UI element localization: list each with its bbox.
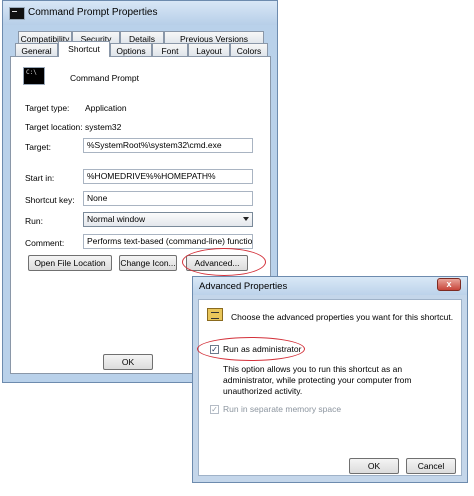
dialog-body: Choose the advanced properties you want … [197, 299, 462, 476]
tab-options[interactable]: Options [110, 43, 152, 57]
run-select-value: Normal window [87, 214, 146, 224]
start-in-label: Start in: [25, 173, 55, 183]
dialog-ok-button[interactable]: OK [349, 458, 399, 474]
cmd-icon [23, 67, 45, 85]
comment-input[interactable]: Performs text-based (command-line) funct… [83, 234, 253, 249]
separate-memory-checkbox: ✓ [210, 405, 219, 414]
dialog-description: Choose the advanced properties you want … [231, 312, 454, 322]
shortcut-key-input[interactable]: None [83, 191, 253, 206]
tab-colors[interactable]: Colors [230, 43, 268, 57]
advanced-properties-dialog: Advanced Properties x Choose the advance… [192, 276, 468, 483]
cmd-icon [9, 7, 25, 20]
app-name: Command Prompt [70, 73, 139, 83]
target-location-label: Target location: [25, 122, 83, 132]
target-type-label: Target type: [25, 103, 70, 113]
run-as-admin-checkbox[interactable]: ✓ [210, 345, 219, 354]
target-location-value: system32 [85, 122, 122, 132]
run-as-admin-label[interactable]: Run as administrator [223, 344, 301, 354]
dialog-title-bar[interactable]: Advanced Properties x [193, 277, 467, 295]
start-in-input[interactable]: %HOMEDRIVE%%HOMEPATH% [83, 169, 253, 184]
run-label: Run: [25, 216, 43, 226]
title-bar[interactable]: Command Prompt Properties [3, 1, 277, 25]
open-file-location-button[interactable]: Open File Location [28, 255, 112, 271]
tab-general[interactable]: General [15, 43, 58, 57]
ok-button[interactable]: OK [103, 354, 153, 370]
comment-label: Comment: [25, 238, 65, 248]
target-type-value: Application [85, 103, 127, 113]
run-as-admin-help-text: This option allows you to run this short… [223, 364, 412, 396]
separate-memory-label: Run in separate memory space [223, 404, 342, 414]
shortcut-properties-icon [207, 308, 223, 321]
target-label: Target: [25, 142, 51, 152]
dialog-cancel-button[interactable]: Cancel [406, 458, 456, 474]
dialog-title: Advanced Properties [199, 281, 288, 292]
tab-layout[interactable]: Layout [188, 43, 230, 57]
run-select[interactable]: Normal window [83, 212, 253, 227]
change-icon-button[interactable]: Change Icon... [119, 255, 177, 271]
shortcut-key-label: Shortcut key: [25, 195, 75, 205]
target-input[interactable]: %SystemRoot%\system32\cmd.exe [83, 138, 253, 153]
advanced-button[interactable]: Advanced... [186, 255, 248, 271]
tab-font[interactable]: Font [152, 43, 188, 57]
chevron-down-icon [243, 217, 249, 221]
close-button[interactable]: x [437, 278, 461, 291]
tab-shortcut[interactable]: Shortcut [58, 41, 110, 57]
window-title: Command Prompt Properties [28, 7, 158, 18]
